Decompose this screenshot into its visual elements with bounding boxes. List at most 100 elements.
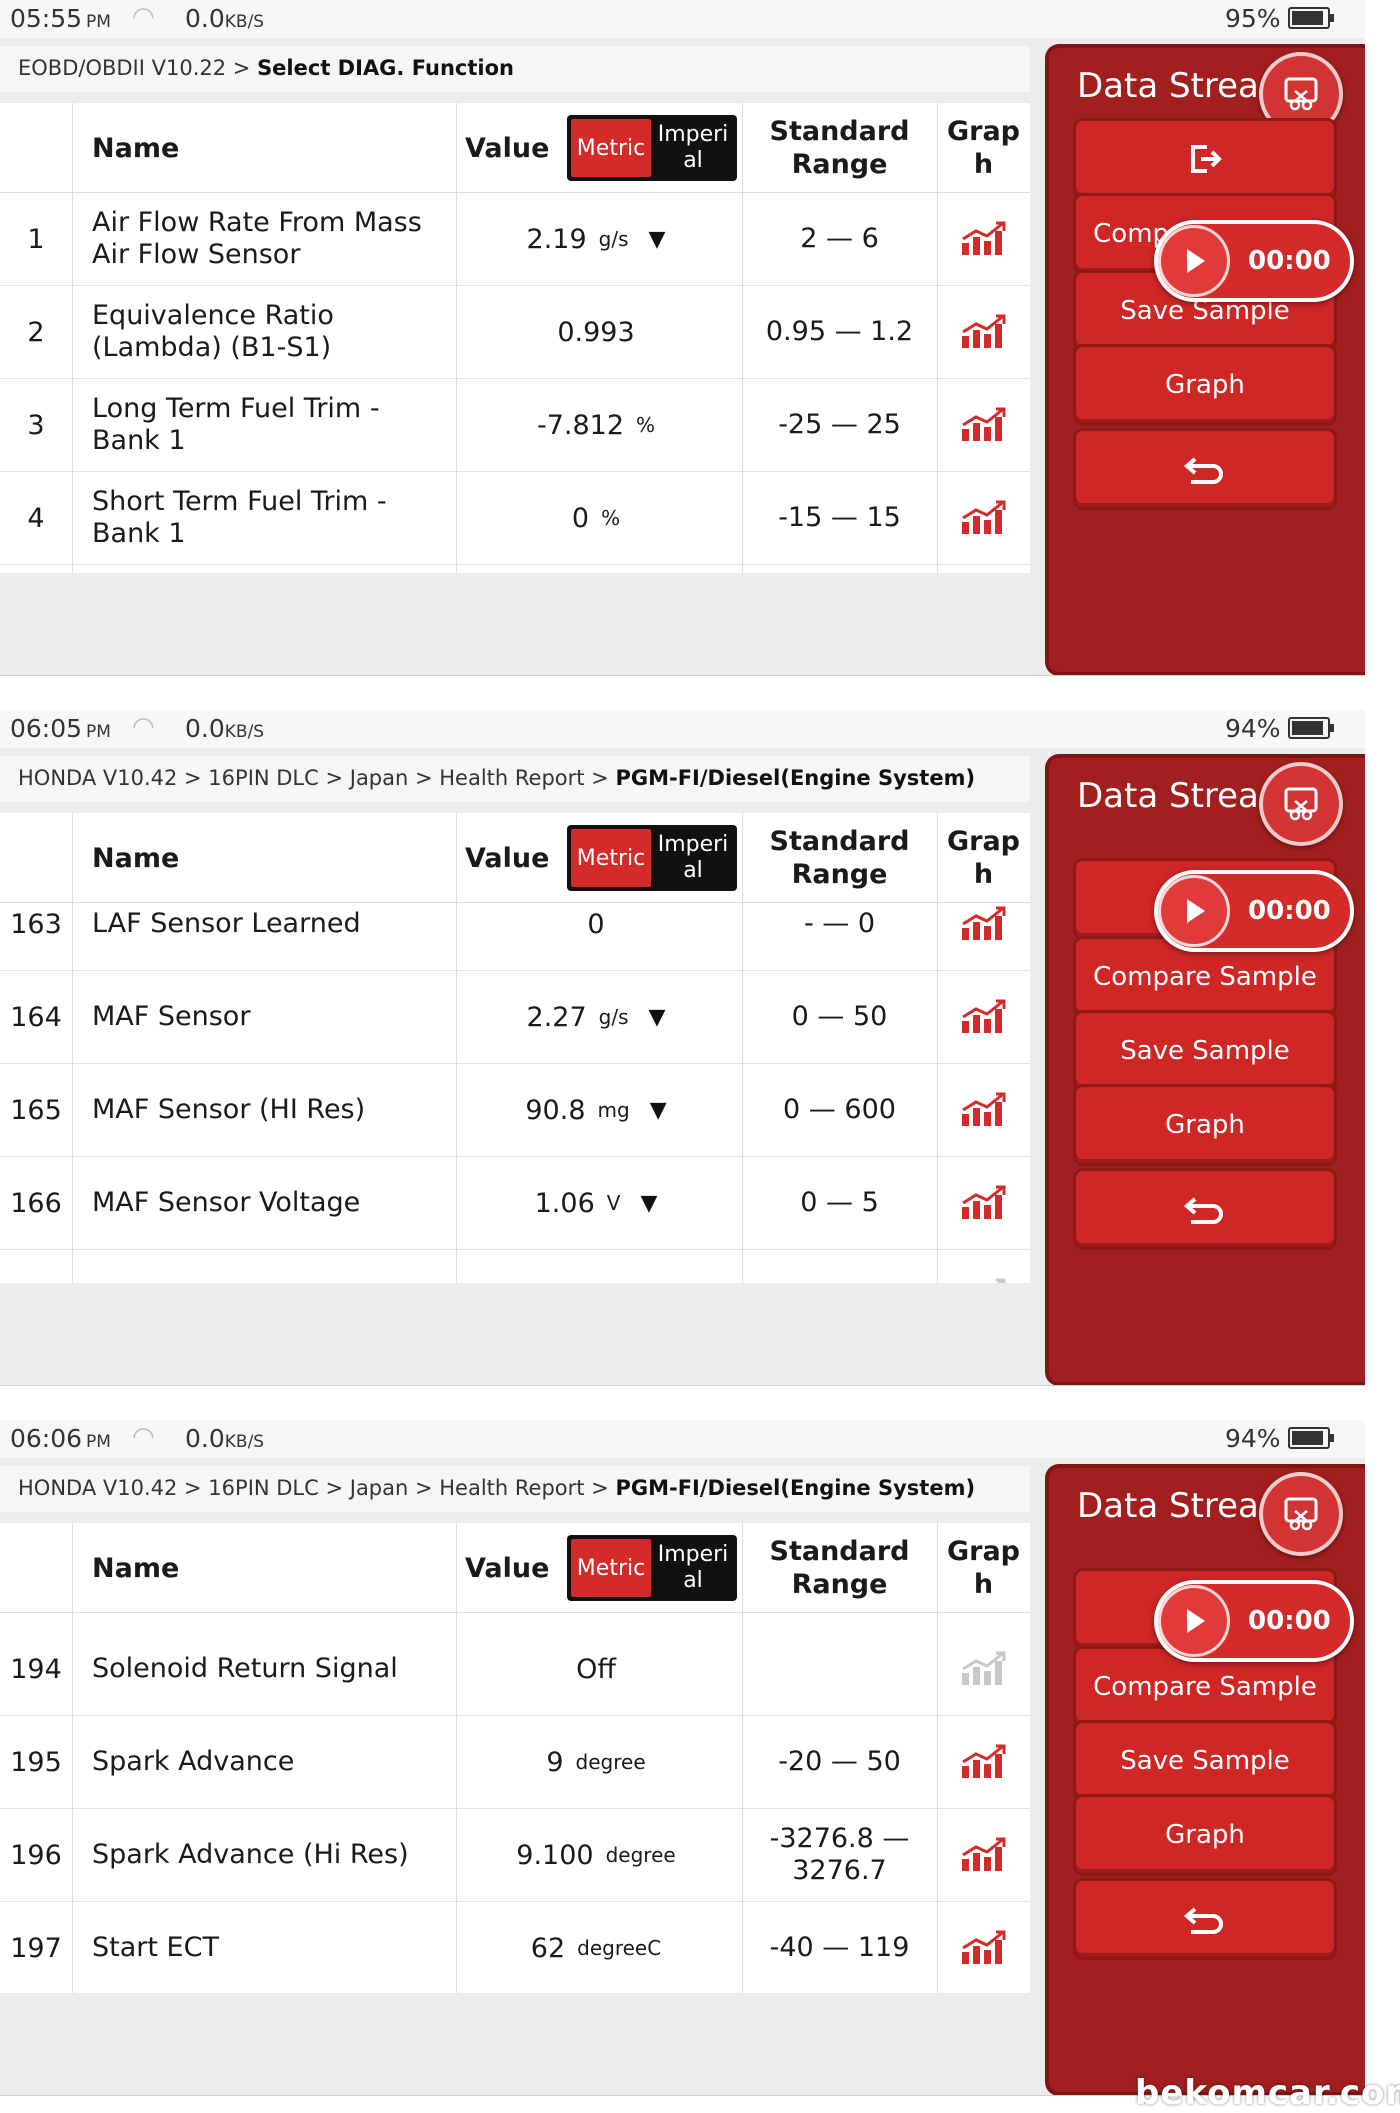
graph-icon[interactable] (960, 1744, 1008, 1780)
back-button[interactable] (1073, 428, 1337, 510)
unit-dropdown-icon[interactable]: ▼ (640, 1191, 657, 1216)
unit-toggle[interactable]: Metric Imperi al (567, 825, 737, 891)
row-name: Solenoid Return Signal (92, 1653, 398, 1684)
unit-toggle[interactable]: Metric Imperi al (567, 115, 737, 181)
graph-icon[interactable] (960, 314, 1008, 350)
value-text: -7.812 (536, 409, 625, 441)
row-graph[interactable] (937, 1716, 1030, 1808)
table-body[interactable]: 194 Solenoid Return Signal Off 195 Spark Adv… (0, 1623, 1030, 1993)
sidebar-title: Data Stream (1077, 776, 1267, 816)
table-row[interactable]: 197 Start ECT 62 degreeC -40 — 119 (0, 1902, 1030, 1993)
table-row[interactable]: 195 Spark Advance 9 degree -20 — 50 (0, 1716, 1030, 1809)
table-row[interactable]: 164 MAF Sensor 2.27 g/s ▼ 0 — 50 (0, 971, 1030, 1064)
metric-button[interactable]: Metric (571, 119, 651, 177)
graph-icon[interactable] (960, 1930, 1008, 1966)
table-body[interactable]: 163 LAF Sensor Learned 0- — 0 164 MAF Sensor… (0, 878, 1030, 1283)
header-graph: Grap h (946, 116, 1021, 180)
save-sample-button[interactable]: Save Sample (1073, 1010, 1337, 1092)
graph-icon[interactable] (960, 1651, 1008, 1687)
data-stream-screen: 06:05 PM ◠ 0.0KB/S 94% HONDA V10.42 > 16P… (0, 710, 1365, 1386)
row-graph[interactable] (937, 1064, 1030, 1156)
row-graph[interactable] (937, 193, 1030, 285)
graph-button[interactable]: Graph (1073, 344, 1337, 426)
record-timer: 00:00 (1248, 896, 1331, 926)
graph-icon[interactable] (960, 221, 1008, 257)
value-text: 0 (587, 908, 605, 940)
unit-dropdown-icon[interactable]: ▼ (649, 1005, 666, 1030)
metric-button[interactable]: Metric (571, 1539, 651, 1597)
graph-button[interactable]: Graph (1073, 1794, 1337, 1876)
wifi-icon: ◠ (132, 712, 155, 742)
row-number: 167 (0, 1250, 72, 1284)
graph-icon[interactable] (960, 1185, 1008, 1221)
exit-button[interactable] (1073, 118, 1337, 200)
row-standard-range: 0 — 5 (800, 1187, 879, 1218)
row-standard-range: -25 — 25 (778, 409, 901, 440)
table-row[interactable]: 1 Air Flow Rate From Mass Air Flow Sensor… (0, 193, 1030, 286)
breadcrumb[interactable]: EOBD/OBDII V10.22 > Select DIAG. Functio… (0, 46, 1030, 92)
screenshot-icon[interactable] (1259, 762, 1343, 846)
row-graph[interactable] (937, 286, 1030, 378)
play-icon[interactable] (1158, 1585, 1230, 1657)
unit-dropdown-icon[interactable]: ▼ (649, 227, 666, 252)
metric-button[interactable]: Metric (571, 829, 651, 887)
graph-icon[interactable] (960, 906, 1008, 942)
row-value: 2.27 g/s ▼ (456, 971, 736, 1063)
graph-icon[interactable] (960, 407, 1008, 443)
data-stream-table[interactable]: 163 LAF Sensor Learned 0- — 0 164 MAF Sensor… (0, 813, 1030, 1283)
header-standard-range: Standard Range (769, 1536, 910, 1600)
back-icon (1183, 1197, 1223, 1224)
unit-dropdown-icon[interactable]: ▼ (650, 1098, 667, 1123)
table-row[interactable]: 166 MAF Sensor Voltage 1.06 V ▼ 0 — 5 (0, 1157, 1030, 1250)
row-graph[interactable] (937, 1250, 1030, 1283)
graph-icon[interactable] (960, 1092, 1008, 1128)
back-button[interactable] (1073, 1168, 1337, 1250)
header-standard-range: Standard Range (769, 826, 910, 890)
table-row[interactable]: 2 Equivalence Ratio (Lambda) (B1-S1) 0.993… (0, 286, 1030, 379)
imperial-button[interactable]: Imperi al (655, 1535, 735, 1601)
record-control[interactable]: 00:00 (1154, 220, 1354, 302)
table-body[interactable]: 1 Air Flow Rate From Mass Air Flow Sensor… (0, 193, 1030, 565)
imperial-button[interactable]: Imperi al (655, 825, 735, 891)
table-row[interactable]: 165 MAF Sensor (HI Res) 90.8 mg ▼ 0 — 600 (0, 1064, 1030, 1157)
row-graph[interactable] (937, 1157, 1030, 1249)
table-row[interactable]: 196 Spark Advance (Hi Res) 9.100 degree -327… (0, 1809, 1030, 1902)
row-graph[interactable] (937, 472, 1030, 564)
table-row[interactable]: 3 Long Term Fuel Trim - Bank 1 -7.812% -25 … (0, 379, 1030, 472)
row-graph[interactable] (937, 1809, 1030, 1901)
play-icon[interactable] (1158, 875, 1230, 947)
table-row[interactable]: 194 Solenoid Return Signal Off (0, 1623, 1030, 1716)
row-standard-range: 2 — 6 (800, 223, 879, 254)
imperial-button[interactable]: Imperi al (655, 115, 735, 181)
row-standard-range: 0 — 600 (783, 1094, 896, 1125)
play-icon[interactable] (1158, 225, 1230, 297)
graph-icon[interactable] (960, 1278, 1008, 1283)
data-stream-table[interactable]: 1 Air Flow Rate From Mass Air Flow Sensor… (0, 103, 1030, 573)
row-number: 3 (27, 409, 45, 441)
row-graph[interactable] (937, 1623, 1030, 1715)
unit-toggle[interactable]: Metric Imperi al (567, 1535, 737, 1601)
row-graph[interactable] (937, 971, 1030, 1063)
record-control[interactable]: 00:00 (1154, 1580, 1354, 1662)
value-unit: % (636, 413, 656, 437)
back-button[interactable] (1073, 1878, 1337, 1960)
row-value: 0.993 (456, 286, 736, 378)
breadcrumb[interactable]: HONDA V10.42 > 16PIN DLC > Japan > Healt… (0, 1466, 1030, 1512)
save-sample-button[interactable]: Save Sample (1073, 1720, 1337, 1802)
data-stream-table[interactable]: 194 Solenoid Return Signal Off 195 Spark Adv… (0, 1523, 1030, 1993)
screenshot-icon[interactable] (1259, 1472, 1343, 1556)
battery-icon (1288, 7, 1334, 29)
graph-icon[interactable] (960, 999, 1008, 1035)
breadcrumb[interactable]: HONDA V10.42 > 16PIN DLC > Japan > Healt… (0, 756, 1030, 802)
graph-icon[interactable] (960, 1837, 1008, 1873)
table-row[interactable]: 167 Main Relay (FP) On (0, 1250, 1030, 1283)
row-name: Spark Advance (92, 1746, 295, 1777)
graph-icon[interactable] (960, 500, 1008, 536)
graph-button[interactable]: Graph (1073, 1084, 1337, 1166)
row-graph[interactable] (937, 379, 1030, 471)
table-row[interactable]: 4 Short Term Fuel Trim - Bank 1 0% -15 — 15 (0, 472, 1030, 565)
record-control[interactable]: 00:00 (1154, 870, 1354, 952)
row-value: 9.100 degree (456, 1809, 736, 1901)
row-graph[interactable] (937, 1902, 1030, 1993)
status-time: 06:05 PM (10, 714, 111, 743)
